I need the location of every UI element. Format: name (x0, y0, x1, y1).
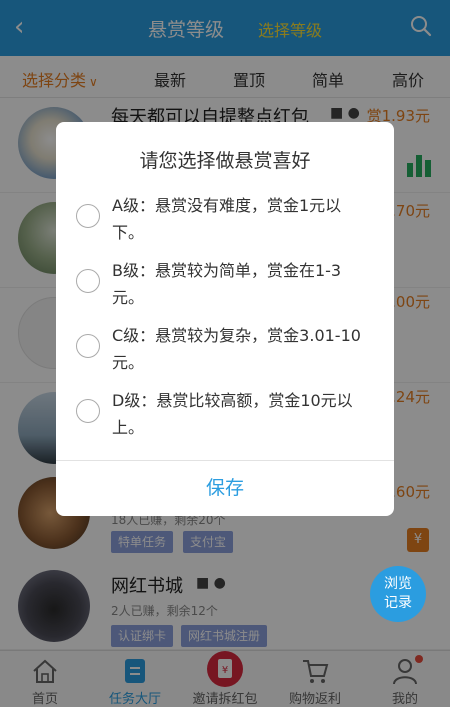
radio-button[interactable] (76, 334, 100, 358)
option-line2: 上。 (112, 418, 145, 437)
preference-dialog: 请您选择做悬赏喜好 A级：悬赏没有难度，赏金1元以 下。 B级：悬赏较为简单，赏金… (56, 122, 394, 516)
option-line1: B级：悬赏较为简单，赏金在1-3 (112, 261, 342, 280)
radio-button[interactable] (76, 399, 100, 423)
radio-button[interactable] (76, 269, 100, 293)
option-a[interactable]: A级：悬赏没有难度，赏金1元以 下。 (76, 192, 376, 252)
browse-line2: 记录 (384, 595, 412, 611)
option-line1: C级：悬赏较为复杂，赏金3.01-10 (112, 326, 361, 345)
option-text: D级：悬赏比较高额，赏金10元以 上。 (112, 387, 382, 441)
option-b[interactable]: B级：悬赏较为简单，赏金在1-3 元。 (76, 257, 376, 317)
option-text: A级：悬赏没有难度，赏金1元以 下。 (112, 192, 382, 246)
save-button[interactable]: 保存 (56, 460, 394, 516)
option-text: B级：悬赏较为简单，赏金在1-3 元。 (112, 257, 382, 311)
option-c[interactable]: C级：悬赏较为复杂，赏金3.01-10 元。 (76, 322, 376, 382)
option-line2: 元。 (112, 353, 145, 372)
option-d[interactable]: D级：悬赏比较高额，赏金10元以 上。 (76, 387, 376, 447)
browse-history-button[interactable]: 浏览 记录 (370, 566, 426, 622)
option-text: C级：悬赏较为复杂，赏金3.01-10 元。 (112, 322, 382, 376)
browse-line1: 浏览 (384, 576, 412, 592)
option-line2: 元。 (112, 288, 145, 307)
option-line1: A级：悬赏没有难度，赏金1元以 (112, 196, 342, 215)
option-line1: D级：悬赏比较高额，赏金10元以 (112, 391, 353, 410)
dialog-title: 请您选择做悬赏喜好 (139, 150, 311, 172)
option-line2: 下。 (112, 223, 145, 242)
radio-button[interactable] (76, 204, 100, 228)
